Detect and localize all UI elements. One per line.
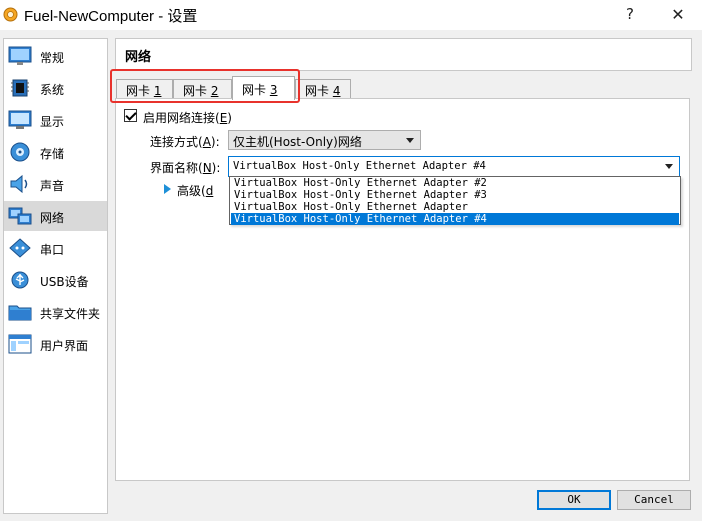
tab-label: 网卡 bbox=[183, 84, 211, 98]
sidebar-item-label: 声音 bbox=[40, 179, 65, 193]
label-key: N bbox=[202, 161, 212, 175]
sidebar-item-usb[interactable]: USB设备 bbox=[4, 265, 107, 295]
tab-adapter-1[interactable]: 网卡 1 bbox=[116, 79, 173, 99]
sidebar-item-label: 共享文件夹 bbox=[40, 307, 101, 321]
attached-to-label: 连接方式(A): bbox=[150, 133, 220, 150]
sidebar-item-general[interactable]: 常规 bbox=[4, 41, 107, 71]
title-bar: Fuel-NewComputer - 设置 ? ✕ bbox=[0, 0, 702, 30]
usb-icon bbox=[11, 271, 29, 289]
adapter-name-value: VirtualBox Host-Only Ethernet Adapter #4 bbox=[233, 160, 486, 172]
sidebar-item-network[interactable]: 网络 bbox=[4, 201, 107, 231]
sidebar-item-storage[interactable]: 存储 bbox=[4, 137, 107, 167]
serial-port-icon bbox=[9, 238, 31, 258]
tab-key: 4 bbox=[332, 84, 341, 98]
adapter-name-dropdown: VirtualBox Host-Only Ethernet Adapter #2… bbox=[229, 176, 681, 225]
sidebar-item-label: 存储 bbox=[40, 147, 65, 161]
sidebar-item-label: 网络 bbox=[40, 211, 65, 225]
section-header: 网络 bbox=[115, 38, 692, 71]
sidebar-item-display[interactable]: 显示 bbox=[4, 105, 107, 135]
option-label: VirtualBox Host-Only Ethernet Adapter #4 bbox=[234, 213, 487, 225]
dropdown-option-selected[interactable]: VirtualBox Host-Only Ethernet Adapter #4 bbox=[231, 213, 679, 225]
general-monitor-icon bbox=[8, 46, 32, 65]
help-button[interactable]: ? bbox=[620, 5, 640, 23]
sidebar-item-label: 系统 bbox=[40, 83, 65, 97]
adapter-name-select[interactable]: VirtualBox Host-Only Ethernet Adapter #4 bbox=[228, 156, 680, 177]
chevron-down-icon bbox=[665, 164, 673, 169]
window-title: Fuel-NewComputer - 设置 bbox=[24, 8, 198, 25]
option-label: VirtualBox Host-Only Ethernet Adapter #2 bbox=[234, 177, 487, 189]
enable-adapter-label[interactable]: 启用网络连接(E) bbox=[143, 109, 232, 126]
sidebar-item-label: 串口 bbox=[40, 243, 65, 257]
virtualbox-app-icon bbox=[3, 7, 18, 22]
network-icon bbox=[8, 207, 32, 225]
sidebar-item-user-interface[interactable]: 用户界面 bbox=[4, 329, 107, 359]
dropdown-option[interactable]: VirtualBox Host-Only Ethernet Adapter #2 bbox=[231, 177, 679, 189]
system-chip-icon bbox=[11, 79, 29, 97]
label-text: 连接方式( bbox=[150, 135, 203, 149]
sidebar-item-label: 用户界面 bbox=[40, 339, 89, 353]
label-text: ): bbox=[210, 135, 220, 149]
advanced-toggle[interactable]: 高级(d bbox=[177, 182, 213, 199]
tab-label: 网卡 bbox=[305, 84, 333, 98]
sidebar-item-label: USB设备 bbox=[40, 275, 89, 289]
storage-disk-icon bbox=[10, 142, 30, 162]
tab-label: 网卡 bbox=[126, 84, 154, 98]
tab-adapter-3[interactable]: 网卡 3 bbox=[232, 76, 295, 100]
tab-label: 网卡 bbox=[242, 83, 270, 97]
option-label: VirtualBox Host-Only Ethernet Adapter bbox=[234, 201, 468, 213]
shared-folder-icon bbox=[8, 305, 32, 321]
audio-speaker-icon bbox=[10, 174, 28, 194]
label-text: 高级( bbox=[177, 184, 206, 198]
ok-button[interactable]: OK bbox=[537, 490, 611, 510]
attached-to-select[interactable]: 仅主机(Host-Only)网络 bbox=[228, 130, 421, 150]
attached-to-value: 仅主机(Host-Only)网络 bbox=[233, 135, 362, 149]
option-label: VirtualBox Host-Only Ethernet Adapter #3 bbox=[234, 189, 487, 201]
label-text: 启用网络连接( bbox=[143, 111, 220, 125]
display-monitor-icon bbox=[8, 110, 32, 129]
sidebar-item-label: 常规 bbox=[40, 51, 65, 65]
label-text: 界面名称( bbox=[150, 161, 203, 175]
label-key: d bbox=[205, 184, 214, 198]
sidebar-item-shared-folders[interactable]: 共享文件夹 bbox=[4, 297, 107, 327]
tab-adapter-4[interactable]: 网卡 4 bbox=[295, 79, 351, 99]
enable-adapter-checkbox[interactable] bbox=[124, 109, 137, 122]
tab-key: 3 bbox=[269, 83, 278, 97]
adapter-name-label: 界面名称(N): bbox=[150, 159, 220, 176]
tab-adapter-2[interactable]: 网卡 2 bbox=[173, 79, 232, 99]
label-text: ): bbox=[211, 161, 221, 175]
chevron-down-icon bbox=[406, 138, 414, 143]
sidebar-item-serial[interactable]: 串口 bbox=[4, 233, 107, 263]
expand-arrow-icon[interactable] bbox=[164, 184, 171, 194]
tab-key: 2 bbox=[210, 84, 219, 98]
settings-sidebar: 常规 系统 显示 存储 声音 网络 串口 USB设备 共享文件夹 用户界面 bbox=[3, 38, 108, 514]
sidebar-item-audio[interactable]: 声音 bbox=[4, 169, 107, 199]
section-title: 网络 bbox=[125, 50, 152, 65]
dropdown-option[interactable]: VirtualBox Host-Only Ethernet Adapter bbox=[231, 201, 679, 213]
close-button[interactable]: ✕ bbox=[668, 5, 688, 24]
cancel-button[interactable]: Cancel bbox=[617, 490, 691, 510]
tab-key: 1 bbox=[153, 84, 162, 98]
user-interface-icon bbox=[8, 334, 32, 354]
label-key: A bbox=[202, 135, 211, 149]
sidebar-item-label: 显示 bbox=[40, 115, 65, 129]
label-text: ) bbox=[227, 111, 232, 125]
sidebar-item-system[interactable]: 系统 bbox=[4, 73, 107, 103]
dropdown-option[interactable]: VirtualBox Host-Only Ethernet Adapter #3 bbox=[231, 189, 679, 201]
